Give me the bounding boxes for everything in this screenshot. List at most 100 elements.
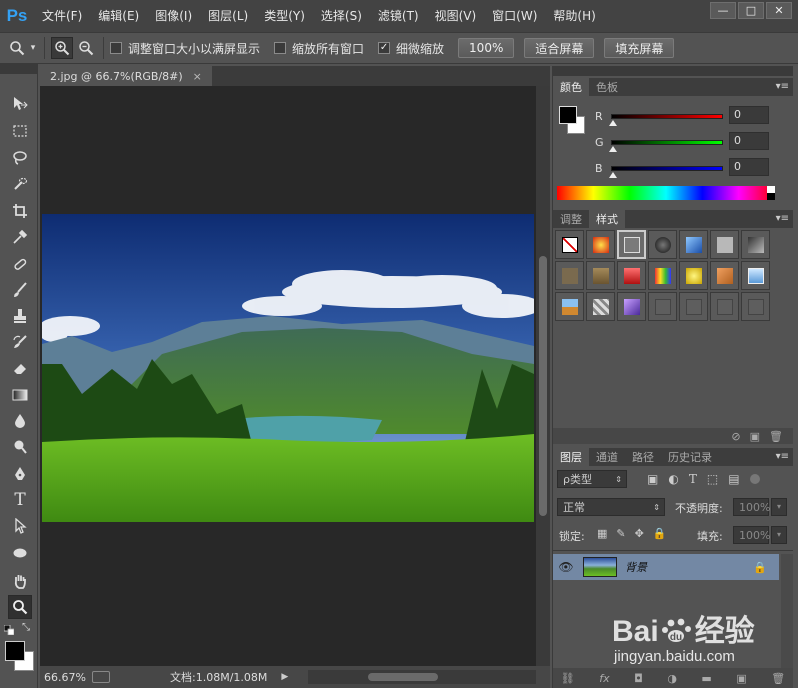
style-swatch[interactable] [555,292,584,321]
menu-help[interactable]: 帮助(H) [545,0,603,32]
color-fg-swatch[interactable] [559,106,577,124]
hand-tool-icon[interactable] [8,569,32,593]
scrubby-zoom-checkbox[interactable]: ✓ 细微缩放 [378,40,444,57]
chevron-down-icon[interactable]: ▾ [28,37,38,59]
panel-menu-icon[interactable]: ▾≡ [776,81,789,92]
opacity-dropdown-icon[interactable]: ▾ [771,498,787,516]
clone-stamp-tool-icon[interactable] [8,304,32,328]
actual-pixels-button[interactable]: 100% [458,38,515,58]
maximize-button[interactable]: □ [738,2,764,19]
style-swatch[interactable] [586,230,615,259]
fill-dropdown-icon[interactable]: ▾ [771,526,787,544]
lock-position-icon[interactable]: ✥ [635,527,644,540]
fill-field[interactable]: 100% [733,526,770,544]
tab-adjustments[interactable]: 调整 [553,210,589,228]
history-brush-tool-icon[interactable] [8,330,32,354]
panel-menu-icon[interactable]: ▾≡ [776,213,789,224]
tab-styles[interactable]: 样式 [589,210,625,228]
slider-r-track[interactable] [611,114,723,119]
slider-g-knob[interactable] [609,146,617,152]
menu-file[interactable]: 文件(F) [34,0,90,32]
opacity-field[interactable]: 100% [733,498,770,516]
eraser-tool-icon[interactable] [8,356,32,380]
clear-style-icon[interactable]: ⊘ [731,430,740,443]
slider-g[interactable]: G 0 [595,132,795,158]
style-swatch[interactable] [586,292,615,321]
horizontal-scroll-thumb[interactable] [368,673,438,681]
style-swatch[interactable] [648,230,677,259]
zoom-out-icon[interactable] [75,37,97,59]
dodge-tool-icon[interactable] [8,435,32,459]
gradient-tool-icon[interactable] [8,383,32,407]
slider-r[interactable]: R 0 [595,106,795,132]
dock-header[interactable] [553,66,793,76]
style-swatch[interactable] [741,261,770,290]
vertical-scrollbar[interactable] [536,86,550,666]
blend-mode-select[interactable]: 正常 ⇕ [557,498,665,516]
minimize-button[interactable]: — [710,2,736,19]
status-menu-arrow-icon[interactable]: ▶ [281,672,288,682]
tab-swatches[interactable]: 色板 [589,78,625,96]
document-tab[interactable]: 2.jpg @ 66.7%(RGB/8#) × [40,66,212,86]
tab-color[interactable]: 颜色 [553,78,589,96]
lock-all-icon[interactable]: 🔒 [653,527,667,540]
style-swatch-selected[interactable] [617,230,646,259]
style-swatch[interactable] [617,292,646,321]
color-spectrum-bar[interactable] [557,186,775,200]
vertical-scroll-thumb[interactable] [539,256,547,516]
swap-colors-icon[interactable]: ⤡ [22,622,34,634]
ellipse-tool-icon[interactable] [8,541,32,565]
delete-style-icon[interactable]: 🗑 [769,430,783,443]
brush-tool-icon[interactable] [8,278,32,302]
style-swatch[interactable] [741,292,770,321]
checkbox-box[interactable] [110,42,122,54]
layer-name[interactable]: 背景 [625,559,647,575]
resize-windows-checkbox[interactable]: 调整窗口大小以满屏显示 [110,40,260,57]
slider-r-knob[interactable] [609,120,617,126]
panel-menu-icon[interactable]: ▾≡ [776,451,789,462]
layer-filter-select[interactable]: ρ类型 ⇕ [557,470,627,488]
new-style-icon[interactable]: ▣ [750,430,760,443]
default-colors-icon[interactable] [3,624,15,636]
layer-row-background[interactable]: 👁 背景 🔒 [553,554,779,580]
type-filter-icon[interactable]: T [689,472,697,486]
tab-channels[interactable]: 通道 [589,448,625,466]
foreground-color-swatch[interactable] [5,641,25,661]
smart-object-filter-icon[interactable]: ▤ [728,472,739,486]
slider-b-knob[interactable] [609,172,617,178]
lasso-tool-icon[interactable] [8,146,32,170]
style-swatch[interactable] [710,230,739,259]
marquee-tool-icon[interactable] [8,119,32,143]
export-preview-icon[interactable] [92,671,110,683]
style-swatch[interactable] [648,261,677,290]
black-white-ramp[interactable] [767,186,775,200]
menu-edit[interactable]: 编辑(E) [90,0,147,32]
zoom-readout[interactable]: 66.67% [40,671,88,684]
slider-g-track[interactable] [611,140,723,145]
move-tool-icon[interactable] [8,92,32,116]
zoom-tool-preset-icon[interactable] [6,37,28,59]
menu-layer[interactable]: 图层(L) [200,0,256,32]
fx-icon[interactable]: fx [599,672,609,685]
close-button[interactable]: ✕ [766,2,792,19]
style-swatch[interactable] [710,261,739,290]
blur-tool-icon[interactable] [8,409,32,433]
menu-filter[interactable]: 滤镜(T) [370,0,427,32]
r-value-field[interactable]: 0 [729,106,769,124]
menu-view[interactable]: 视图(V) [427,0,485,32]
eyedropper-tool-icon[interactable] [8,225,32,249]
menu-window[interactable]: 窗口(W) [484,0,545,32]
b-value-field[interactable]: 0 [729,158,769,176]
g-value-field[interactable]: 0 [729,132,769,150]
style-swatch[interactable] [555,261,584,290]
tab-layers[interactable]: 图层 [553,448,589,466]
shape-filter-icon[interactable]: ⬚ [707,472,718,486]
fit-screen-button[interactable]: 适合屏幕 [524,38,595,58]
tab-history[interactable]: 历史记录 [661,448,719,466]
menu-image[interactable]: 图像(I) [147,0,200,32]
style-swatch[interactable] [648,292,677,321]
zoom-all-windows-checkbox[interactable]: 缩放所有窗口 [274,40,364,57]
style-swatch[interactable] [679,230,708,259]
style-swatch[interactable] [617,261,646,290]
visibility-eye-icon[interactable]: 👁 [553,560,579,574]
